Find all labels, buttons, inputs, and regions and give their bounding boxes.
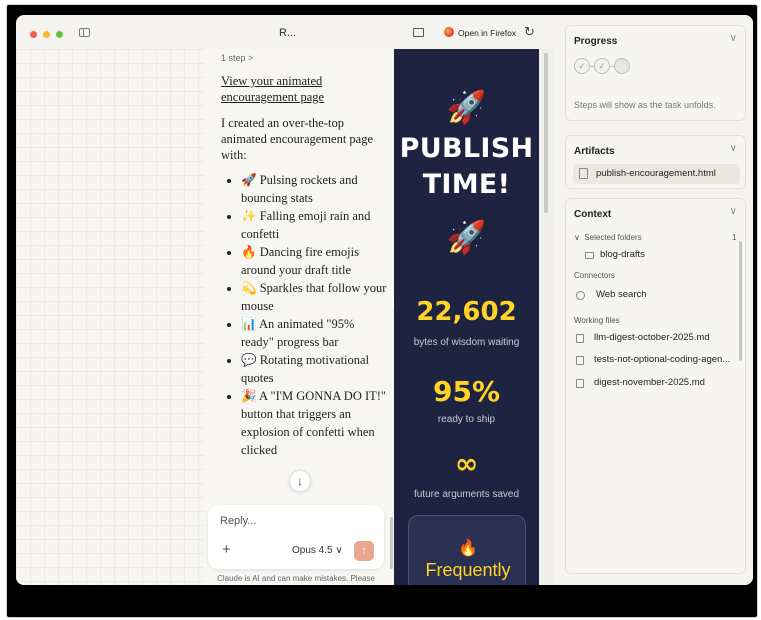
reply-input[interactable]: [220, 515, 370, 527]
stat-label: future arguments saved: [413, 489, 520, 500]
open-in-firefox-button[interactable]: Open in Firefox: [458, 28, 516, 38]
pending-step-icon: [614, 58, 630, 74]
window-controls: [30, 31, 63, 38]
chevron-down-icon: ∨: [574, 233, 580, 242]
check-icon: ✓: [574, 58, 590, 74]
stat-label: bytes of wisdom waiting: [413, 337, 520, 348]
sidebar-toggle-icon[interactable]: [79, 28, 90, 37]
rocket-emoji: 🚀: [446, 219, 487, 255]
progress-card: Progress ∨ ✓ ✓ Steps will show as the ta…: [565, 25, 746, 121]
send-button[interactable]: ↑: [354, 541, 374, 561]
chevron-down-icon[interactable]: ∨: [730, 143, 737, 154]
chevron-down-icon[interactable]: ∨: [730, 206, 737, 217]
progress-title: Progress: [574, 36, 618, 47]
headline: PUBLISH TIME!: [394, 131, 539, 203]
selected-folders-label: Selected folders: [584, 233, 642, 242]
context-title: Context: [574, 209, 612, 220]
list-item: ✨ Falling emoji rain and confetti: [241, 207, 389, 243]
web-search-connector[interactable]: Web search: [596, 289, 647, 300]
scroll-to-bottom-button[interactable]: ↓: [289, 470, 311, 492]
selected-folders-count: 1: [732, 233, 737, 242]
feature-list: 🚀 Pulsing rockets and bouncing stats ✨ F…: [221, 171, 389, 459]
artifacts-title: Artifacts: [574, 146, 615, 157]
model-selector[interactable]: Opus 4.5 ∨: [292, 545, 343, 556]
disclaimer: Claude is AI and can make mistakes. Plea…: [217, 574, 375, 585]
connectors-label: Connectors: [574, 271, 615, 280]
context-card: Context ∨ ∨ Selected folders 1 blog-draf…: [565, 198, 746, 574]
list-item: 🔥 Dancing fire emojis around your draft …: [241, 243, 389, 279]
fire-emoji: 🔥: [458, 540, 478, 557]
preview-toolbar: Open in Firefox ↻: [394, 15, 539, 49]
list-item: 📊 An animated "95% ready" progress bar: [241, 315, 389, 351]
working-file-item[interactable]: tests-not-optional-coding-agen...: [594, 354, 730, 365]
html-file-icon: [579, 168, 588, 179]
maximize-window-button[interactable]: [56, 31, 63, 38]
working-files-label: Working files: [574, 316, 620, 325]
window-title: R...: [279, 27, 297, 39]
globe-icon: [576, 291, 585, 300]
list-item: 🎉 A "I'M GONNA DO IT!" button that trigg…: [241, 387, 389, 459]
chat-panel: 1 step > View your animated encouragemen…: [204, 49, 394, 585]
artifact-item[interactable]: publish-encouragement.html: [573, 164, 740, 184]
arrow-down-icon: ↓: [297, 474, 303, 488]
rocket-emoji: 🚀: [446, 89, 487, 125]
stat-label: ready to ship: [437, 414, 496, 425]
encouragement-page-link[interactable]: View your animated encouragement page: [221, 73, 389, 105]
chat-scrollbar[interactable]: [390, 517, 393, 569]
context-scrollbar[interactable]: [739, 241, 742, 361]
close-window-button[interactable]: [30, 31, 37, 38]
progress-note: Steps will show as the task unfolds.: [574, 100, 716, 110]
firefox-icon: [444, 27, 454, 37]
chevron-right-icon: >: [248, 53, 254, 63]
markdown-file-icon: [576, 356, 584, 365]
chat-transcript[interactable]: 1 step > View your animated encouragemen…: [221, 53, 389, 493]
stat-value: 22,602: [416, 297, 517, 327]
selected-folders-toggle[interactable]: ∨ Selected folders: [574, 233, 642, 242]
app-window: R... 1 step > View your animated encoura…: [16, 15, 753, 585]
headline-line-2: TIME!: [422, 169, 511, 200]
faq-card: 🔥 Frequently: [408, 515, 526, 585]
preview-scroll-gutter: [539, 49, 554, 585]
list-item: 💫 Sparkles that follow your mouse: [241, 279, 389, 315]
folder-icon: [585, 252, 594, 259]
headline-line-1: PUBLISH: [399, 133, 534, 164]
step-label: 1 step: [221, 53, 246, 63]
markdown-file-icon: [576, 334, 584, 343]
list-item: 💬 Rotating motivational quotes: [241, 351, 389, 387]
working-file-item[interactable]: llm-digest-october-2025.md: [594, 332, 710, 343]
stat-value: 95%: [432, 375, 501, 408]
chevron-down-icon[interactable]: ∨: [730, 33, 737, 44]
folder-item[interactable]: blog-drafts: [600, 249, 645, 260]
add-attachment-button[interactable]: +: [222, 541, 231, 558]
artifact-preview: 🚀 PUBLISH TIME! 🚀 22,602 bytes of wisdom…: [394, 49, 539, 585]
working-file-item[interactable]: digest-november-2025.md: [594, 377, 705, 388]
preview-scrollbar[interactable]: [544, 53, 548, 213]
faq-card-title: Frequently: [425, 560, 511, 580]
reply-composer: + Opus 4.5 ∨ ↑: [208, 505, 384, 569]
left-canvas: [16, 49, 204, 585]
right-panel: Progress ∨ ✓ ✓ Steps will show as the ta…: [554, 15, 753, 585]
artifact-label: publish-encouragement.html: [596, 168, 716, 179]
minimize-window-button[interactable]: [43, 31, 50, 38]
step-toggle[interactable]: 1 step >: [221, 53, 389, 63]
progress-steps: ✓ ✓: [574, 58, 630, 74]
reload-icon[interactable]: ↻: [524, 24, 535, 40]
artifacts-card: Artifacts ∨ publish-encouragement.html: [565, 135, 746, 189]
list-item: 🚀 Pulsing rockets and bouncing stats: [241, 171, 389, 207]
stat-value: ∞: [454, 447, 479, 480]
arrow-up-icon: ↑: [361, 545, 367, 557]
check-icon: ✓: [594, 58, 610, 74]
window-icon[interactable]: [413, 28, 424, 37]
intro-text: I created an over-the-top animated encou…: [221, 116, 374, 162]
markdown-file-icon: [576, 379, 584, 388]
